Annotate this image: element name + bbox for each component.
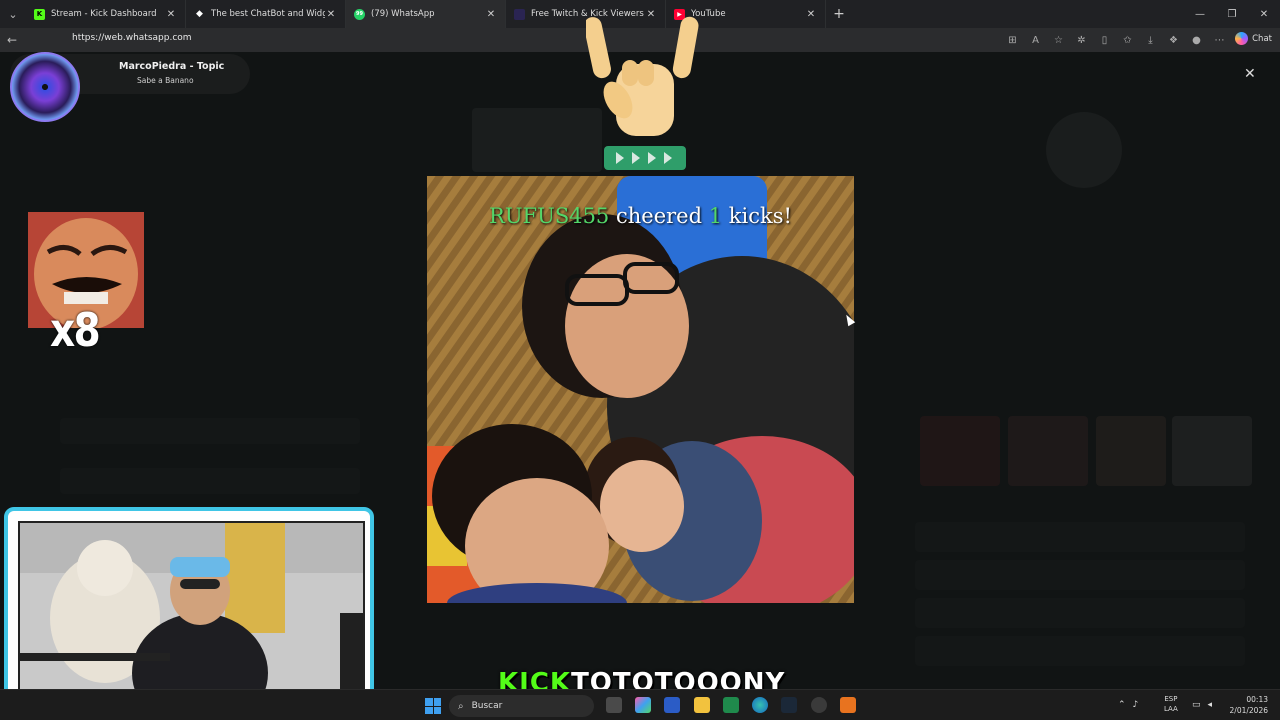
kick-favicon-icon: K: [34, 8, 45, 20]
word-icon[interactable]: [664, 697, 680, 713]
network-icon[interactable]: ▭: [1192, 700, 1201, 710]
search-icon: ⌕: [458, 700, 464, 712]
tab-title: (79) WhatsApp: [371, 9, 435, 19]
copilot-icon: [1235, 32, 1249, 45]
alert-username: RUFUS455: [489, 204, 610, 228]
rock-hand-emoji-icon: [586, 16, 699, 170]
copilot-chat-button[interactable]: Chat: [1235, 32, 1272, 45]
alert-verb: cheered: [615, 204, 703, 228]
tab-close-icon[interactable]: ✕: [805, 9, 817, 20]
windows-start-icon[interactable]: [425, 698, 441, 714]
language-region: LAA: [1164, 705, 1178, 713]
tab-close-icon[interactable]: ✕: [485, 9, 497, 20]
search-placeholder: Buscar: [471, 701, 503, 711]
steam-icon[interactable]: [781, 697, 797, 713]
dimmed-list-row: [915, 560, 1245, 590]
tray-chevron-icon[interactable]: ⌃: [1118, 700, 1126, 710]
tab-close-icon[interactable]: ✕: [165, 9, 177, 20]
maximize-icon[interactable]: ❐: [1216, 0, 1248, 28]
copilot-label: Chat: [1252, 33, 1272, 44]
window-controls: — ❐ ✕: [1184, 0, 1280, 28]
media-viewer-close-icon[interactable]: ✕: [1244, 66, 1256, 82]
dimmed-media-thumb: [1096, 416, 1166, 486]
emote-multiplier: x8: [50, 303, 101, 357]
cheer-alert: RUFUS455 cheered 1 kicks!: [427, 204, 854, 228]
task-view-icon[interactable]: [606, 697, 622, 713]
windows-taskbar: ⌕ Buscar ⌃ ♪ ESP LAA ▭ ◂ 00:13 2/01/2026: [0, 689, 1280, 720]
language-code: ESP: [1164, 695, 1178, 703]
webcam-frame: [4, 507, 374, 719]
minimize-icon[interactable]: —: [1184, 0, 1216, 28]
shared-photo[interactable]: [427, 176, 854, 603]
webcam-feed: [18, 521, 365, 711]
split-screen-icon[interactable]: ▯: [1096, 32, 1113, 48]
tab-title: Stream - Kick Dashboard: [51, 9, 157, 19]
file-explorer-icon[interactable]: [694, 697, 710, 713]
tab-title: The best ChatBot and Widgets for: [211, 9, 325, 19]
streamer-webcam-image: [20, 523, 363, 709]
chatbot-favicon-icon: ◆: [196, 9, 203, 19]
download-icon[interactable]: ⤓: [1142, 32, 1159, 48]
dimmed-media-thumb: [920, 416, 1000, 486]
whatsapp-favicon-icon: 99: [354, 8, 365, 20]
family-photo-image: [427, 176, 854, 603]
profile-avatar-icon[interactable]: ●: [1188, 32, 1205, 48]
tab-title: YouTube: [691, 9, 726, 19]
tab-chatbot-widgets[interactable]: ◆ The best ChatBot and Widgets for ✕: [186, 0, 346, 28]
tab-list-chevron-icon[interactable]: ⌄: [0, 0, 26, 28]
alert-suffix: kicks!: [728, 204, 792, 228]
microphone-icon[interactable]: ♪: [1133, 700, 1139, 710]
favorite-star-icon[interactable]: ☆: [1050, 32, 1067, 48]
collections-icon[interactable]: ❖: [1165, 32, 1182, 48]
excel-icon[interactable]: [723, 697, 739, 713]
tab-whatsapp[interactable]: 99 (79) WhatsApp ✕: [346, 0, 506, 28]
dimmed-chat-row: [60, 418, 360, 444]
window-close-icon[interactable]: ✕: [1248, 0, 1280, 28]
back-arrow-icon[interactable]: ←: [0, 33, 24, 47]
clock-date: 2/01/2026: [1229, 706, 1268, 715]
tab-kick-dashboard[interactable]: K Stream - Kick Dashboard ✕: [26, 0, 186, 28]
dimmed-list-row: [915, 522, 1245, 552]
dimmed-list-row: [915, 598, 1245, 628]
system-tray: ⌃ ♪: [1118, 700, 1138, 710]
app-grid-icon[interactable]: ⊞: [1004, 32, 1021, 48]
dimmed-media-thumb: [1172, 416, 1252, 486]
dimmed-list-row: [915, 636, 1245, 666]
extensions-icon[interactable]: ✲: [1073, 32, 1090, 48]
edge-browser-icon[interactable]: [752, 697, 768, 713]
album-art-disc: [10, 52, 80, 122]
more-menu-icon[interactable]: ⋯: [1211, 32, 1228, 48]
viewers-favicon-icon: [514, 8, 525, 20]
dimmed-chat-header: [472, 108, 602, 172]
dimmed-media-thumb: [1008, 416, 1088, 486]
dimmed-chat-row: [60, 468, 360, 494]
clock-time: 00:13: [1246, 695, 1268, 704]
taskbar-search[interactable]: ⌕ Buscar: [449, 695, 594, 717]
input-language[interactable]: ESP LAA: [1164, 694, 1178, 714]
orange-app-icon[interactable]: [840, 697, 856, 713]
media-session-card[interactable]: MarcoPiedra - Topic Sabe a Banano: [10, 52, 250, 122]
url-field[interactable]: https://web.whatsapp.com: [72, 33, 192, 43]
volume-icon[interactable]: ◂: [1208, 700, 1213, 710]
tab-close-icon[interactable]: ✕: [325, 9, 337, 20]
alert-amount: 1: [708, 204, 723, 228]
system-clock[interactable]: 00:13 2/01/2026: [1226, 694, 1268, 716]
color-app-icon[interactable]: [635, 697, 651, 713]
read-aloud-icon[interactable]: A: [1027, 32, 1044, 48]
track-subtitle: Sabe a Banano: [137, 76, 194, 85]
obs-recording-icon[interactable]: [811, 697, 827, 713]
track-title: MarcoPiedra - Topic: [119, 61, 225, 72]
favorites-icon[interactable]: ✩: [1119, 32, 1136, 48]
toolbar-icons: ⊞ A ☆ ✲ ▯ ✩ ⤓ ❖ ● ⋯: [1004, 32, 1228, 48]
new-tab-plus-icon[interactable]: +: [826, 6, 852, 22]
dimmed-contact-avatar: [1046, 112, 1122, 188]
system-tray-right: ▭ ◂: [1192, 700, 1212, 710]
